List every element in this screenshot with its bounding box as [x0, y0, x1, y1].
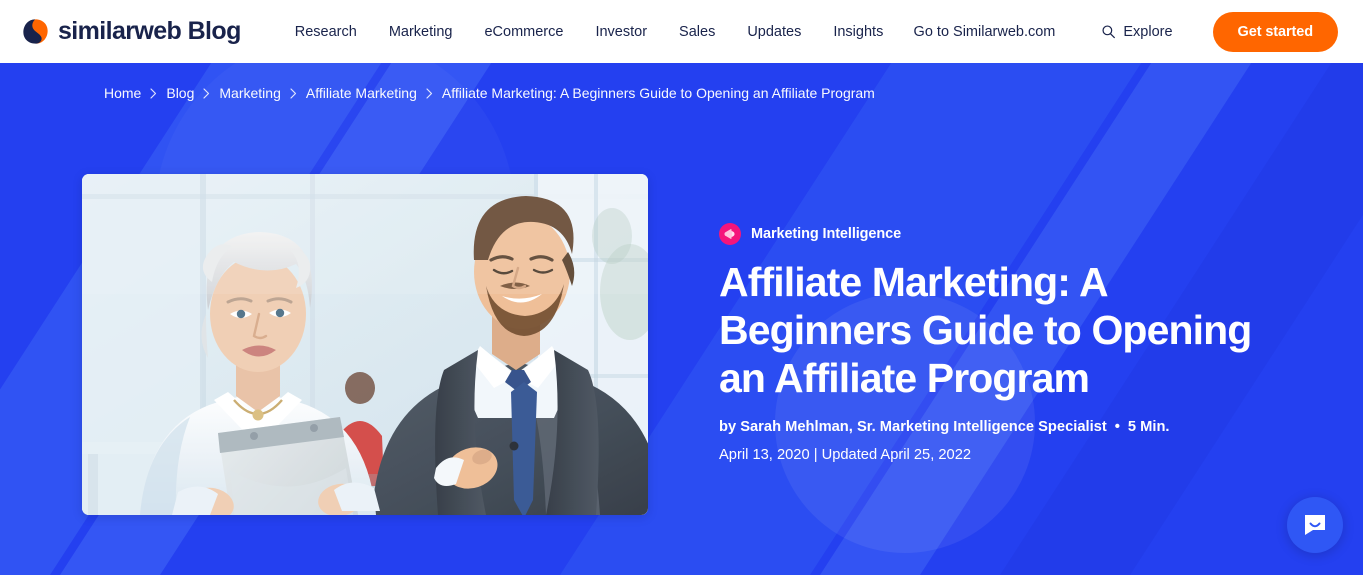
breadcrumb-item-current: Affiliate Marketing: A Beginners Guide t…	[441, 85, 875, 101]
breadcrumb: Home Blog Marketing Affiliate Marketing …	[104, 85, 875, 101]
brand-title: similarweb Blog	[58, 17, 241, 46]
similarweb-logo-icon	[22, 18, 49, 45]
brand-logo-link[interactable]: similarweb Blog	[22, 17, 241, 46]
chevron-right-icon	[290, 87, 297, 99]
top-navbar: similarweb Blog Research Marketing eComm…	[0, 0, 1363, 63]
search-icon	[1101, 24, 1116, 39]
article-date: April 13, 2020 | Updated April 25, 2022	[719, 447, 972, 463]
megaphone-icon	[719, 223, 741, 245]
chat-bubble-smile-icon	[1302, 512, 1328, 538]
read-time: 5 Min.	[1127, 419, 1170, 435]
nav-item-updates[interactable]: Updates	[731, 18, 817, 46]
main-nav: Research Marketing eCommerce Investor Sa…	[279, 18, 900, 46]
breadcrumb-item-blog[interactable]: Blog	[166, 85, 194, 101]
nav-item-investor[interactable]: Investor	[579, 18, 663, 46]
hero-section: Home Blog Marketing Affiliate Marketing …	[0, 63, 1363, 575]
go-to-similarweb-link[interactable]: Go to Similarweb.com	[912, 18, 1058, 46]
page-root: similarweb Blog Research Marketing eComm…	[0, 0, 1363, 575]
nav-item-sales[interactable]: Sales	[663, 18, 731, 46]
nav-item-research[interactable]: Research	[279, 18, 373, 46]
category-label: Marketing Intelligence	[751, 226, 902, 242]
navbar-right-group: Go to Similarweb.com Explore Get started	[912, 11, 1338, 52]
breadcrumb-item-home[interactable]: Home	[104, 85, 141, 101]
get-started-button[interactable]: Get started	[1212, 11, 1338, 52]
breadcrumb-item-affiliate-marketing[interactable]: Affiliate Marketing	[306, 85, 417, 101]
nav-item-ecommerce[interactable]: eCommerce	[468, 18, 579, 46]
chat-launcher-button[interactable]	[1287, 497, 1343, 553]
explore-label: Explore	[1123, 23, 1173, 40]
article-header: Marketing Intelligence Affiliate Marketi…	[719, 223, 1279, 463]
nav-item-insights[interactable]: Insights	[817, 18, 899, 46]
featured-article-image	[82, 174, 648, 515]
article-byline: by Sarah Mehlman, Sr. Marketing Intellig…	[719, 419, 1279, 435]
explore-search-button[interactable]: Explore	[1101, 23, 1173, 40]
chevron-right-icon	[203, 87, 210, 99]
nav-item-marketing[interactable]: Marketing	[373, 18, 469, 46]
brand-name: similarweb	[58, 17, 182, 45]
brand-suffix: Blog	[187, 17, 242, 45]
author-name: by Sarah Mehlman, Sr. Marketing Intellig…	[719, 419, 1107, 435]
hero-content: Home Blog Marketing Affiliate Marketing …	[0, 63, 1363, 575]
page-title: Affiliate Marketing: A Beginners Guide t…	[719, 259, 1252, 401]
chevron-right-icon	[426, 87, 433, 99]
category-badge[interactable]: Marketing Intelligence	[719, 223, 1279, 245]
byline-separator: •	[1114, 419, 1120, 435]
breadcrumb-item-marketing[interactable]: Marketing	[219, 85, 280, 101]
chevron-right-icon	[150, 87, 157, 99]
